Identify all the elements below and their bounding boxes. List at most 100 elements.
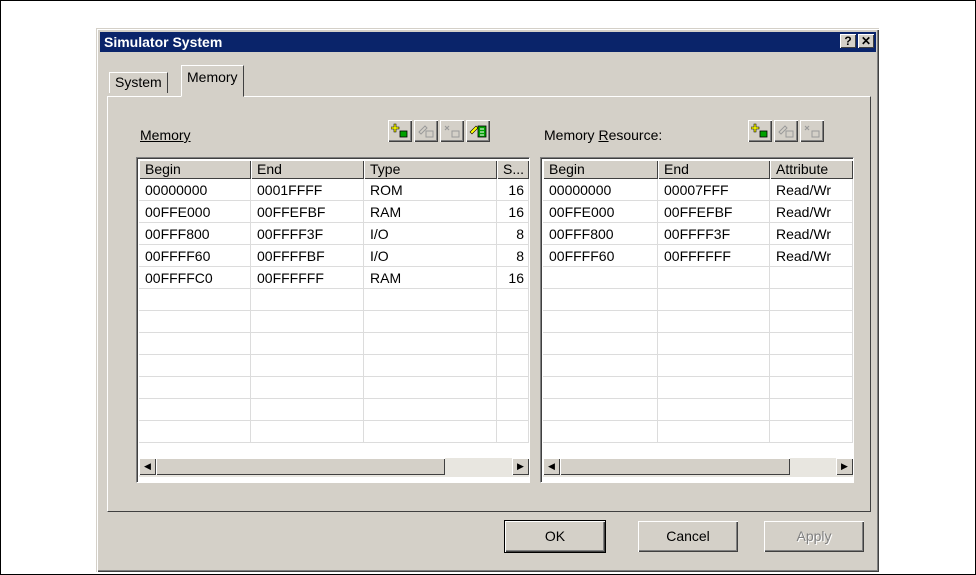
table-cell: 16 <box>497 179 529 201</box>
table-cell <box>658 377 770 399</box>
table-cell: 00FFEFBF <box>658 201 770 223</box>
memory-list[interactable]: Begin End Type S... 00000000 0001FFFF ROM 1… <box>136 157 530 483</box>
edit-icon <box>418 125 434 138</box>
table-cell: 00000000 <box>139 179 251 201</box>
tab-memory[interactable]: Memory <box>181 65 244 97</box>
tab-system[interactable]: System <box>109 72 168 93</box>
scroll-right-arrow-icon[interactable]: ▶ <box>512 458 529 475</box>
table-cell: Read/Wr <box>770 201 853 223</box>
delete-icon <box>804 125 820 138</box>
cancel-button[interactable]: Cancel <box>638 521 738 552</box>
table-cell <box>364 421 497 443</box>
help-button[interactable]: ? <box>840 34 856 48</box>
table-cell <box>543 355 658 377</box>
table-cell: 16 <box>497 267 529 289</box>
table-cell <box>139 311 251 333</box>
table-cell <box>658 355 770 377</box>
table-cell <box>139 399 251 421</box>
table-cell <box>543 333 658 355</box>
table-cell <box>543 421 658 443</box>
resource-edit-button[interactable] <box>774 120 798 142</box>
scroll-thumb[interactable] <box>156 458 445 475</box>
table-cell <box>770 377 853 399</box>
table-cell: 0001FFFF <box>251 179 364 201</box>
table-cell <box>364 399 497 421</box>
table-cell <box>497 399 529 421</box>
table-cell <box>658 289 770 311</box>
table-cell <box>770 421 853 443</box>
memory-delete-button[interactable] <box>440 120 464 142</box>
table-cell <box>139 421 251 443</box>
resource-col-attribute[interactable]: Attribute <box>770 160 853 179</box>
table-cell <box>251 399 364 421</box>
table-cell: 00FFFF60 <box>139 245 251 267</box>
memory-edit-button[interactable] <box>414 120 438 142</box>
resource-delete-button[interactable] <box>800 120 824 142</box>
table-cell: 00FFFFC0 <box>139 267 251 289</box>
scroll-left-arrow-icon[interactable]: ◀ <box>139 458 156 475</box>
table-cell <box>364 333 497 355</box>
table-cell <box>139 377 251 399</box>
table-cell <box>770 311 853 333</box>
scroll-right-arrow-icon[interactable]: ▶ <box>836 458 853 475</box>
resource-hscrollbar[interactable]: ◀ ▶ <box>543 458 853 477</box>
table-cell: 8 <box>497 223 529 245</box>
memory-col-size[interactable]: S... <box>497 160 529 179</box>
resource-add-button[interactable] <box>748 120 772 142</box>
table-cell <box>543 399 658 421</box>
table-cell: 00FFE000 <box>543 201 658 223</box>
dialog-title: Simulator System <box>104 34 223 50</box>
scroll-thumb[interactable] <box>560 458 790 475</box>
memory-resource-list[interactable]: Begin End Attribute 00000000 00007FFF Read… <box>540 157 854 483</box>
table-cell <box>139 333 251 355</box>
memory-add-button[interactable] <box>388 120 412 142</box>
table-cell <box>497 311 529 333</box>
table-cell: RAM <box>364 267 497 289</box>
table-cell: 00FFFF3F <box>251 223 364 245</box>
table-cell: 16 <box>497 201 529 223</box>
memory-hscrollbar[interactable]: ◀ ▶ <box>139 458 529 477</box>
table-cell <box>543 311 658 333</box>
add-icon <box>391 123 408 138</box>
import-icon <box>469 125 487 138</box>
resource-col-end[interactable]: End <box>658 160 770 179</box>
table-cell: Read/Wr <box>770 223 853 245</box>
resource-col-begin[interactable]: Begin <box>543 160 658 179</box>
table-cell <box>251 289 364 311</box>
table-cell <box>497 421 529 443</box>
table-cell: 8 <box>497 245 529 267</box>
table-cell: RAM <box>364 201 497 223</box>
ok-button[interactable]: OK <box>504 520 606 553</box>
close-button[interactable]: ✕ <box>858 34 874 48</box>
table-cell: 00FFEFBF <box>251 201 364 223</box>
table-cell <box>497 289 529 311</box>
table-cell <box>543 267 658 289</box>
table-cell <box>251 355 364 377</box>
memory-import-button[interactable] <box>466 120 490 142</box>
table-cell <box>770 355 853 377</box>
memory-col-type[interactable]: Type <box>364 160 497 179</box>
memory-col-end[interactable]: End <box>251 160 364 179</box>
table-cell <box>364 311 497 333</box>
table-cell <box>770 289 853 311</box>
memory-resource-label: Memory Resource: <box>544 127 663 143</box>
add-icon <box>751 123 768 138</box>
table-cell <box>658 399 770 421</box>
table-cell <box>364 289 497 311</box>
memory-tab-panel: Memory Begin End Type S... 00000000 0001F… <box>107 96 871 512</box>
delete-icon <box>444 125 460 138</box>
table-cell <box>139 355 251 377</box>
table-cell <box>251 333 364 355</box>
table-cell: 00FFFFBF <box>251 245 364 267</box>
table-cell: 00FFFFFF <box>658 245 770 267</box>
table-cell: I/O <box>364 223 497 245</box>
table-cell <box>251 421 364 443</box>
scroll-left-arrow-icon[interactable]: ◀ <box>543 458 560 475</box>
table-cell <box>497 355 529 377</box>
table-cell <box>497 377 529 399</box>
table-cell: 00FFFF60 <box>543 245 658 267</box>
memory-col-begin[interactable]: Begin <box>139 160 251 179</box>
apply-button[interactable]: Apply <box>764 521 864 552</box>
table-cell <box>658 333 770 355</box>
simulator-system-dialog: Simulator System ? ✕ System Memory Memor… <box>96 28 879 572</box>
